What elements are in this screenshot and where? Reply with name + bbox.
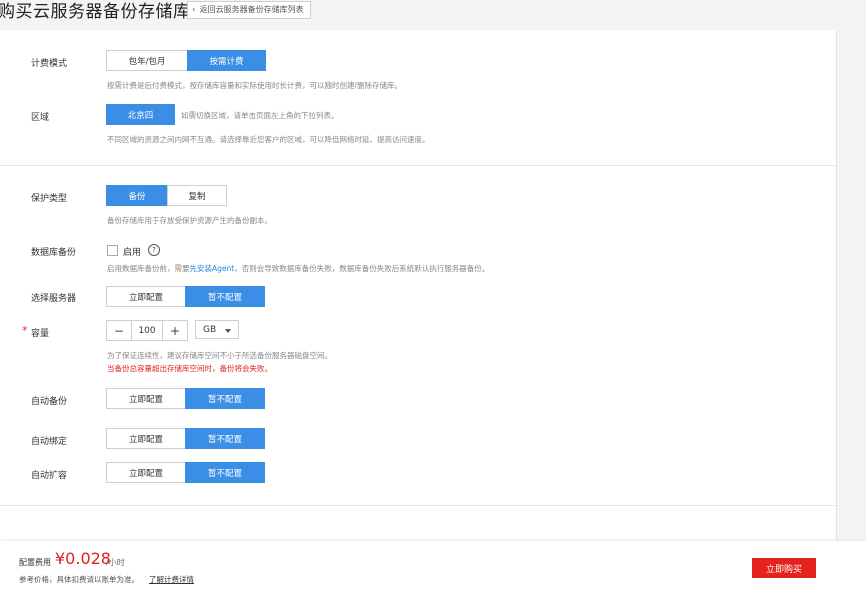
auto-bind-configure-later[interactable]: 暂不配置 — [185, 428, 265, 449]
region-label: 区域 — [31, 113, 50, 123]
database-backup-enable-label[interactable]: 启用 — [123, 245, 141, 258]
auto-bind-configure-now[interactable]: 立即配置 — [106, 428, 186, 449]
auto-backup-label: 自动备份 — [31, 397, 68, 407]
config-panel: 计费模式 包年/包月 按需计费 按需计费是后付费模式，按存储库容量和实际使用时长… — [0, 30, 837, 550]
fee-price: ¥0.028 — [55, 549, 111, 568]
fee-detail-link[interactable]: 了解计费详情 — [149, 574, 194, 585]
auto-bind-selector: 立即配置 暂不配置 — [106, 428, 265, 449]
section-divider — [0, 505, 836, 506]
protection-option-replication[interactable]: 复制 — [167, 185, 227, 206]
select-server-label: 选择服务器 — [31, 294, 77, 304]
auto-backup-selector: 立即配置 暂不配置 — [106, 388, 265, 409]
section-divider — [0, 165, 836, 166]
select-server-configure-later[interactable]: 暂不配置 — [185, 286, 265, 307]
required-mark: * — [22, 324, 28, 337]
purchase-footer: 配置费用 ¥0.028 /小时 参考价格，具体扣费请以账单为准。 了解计费详情 … — [0, 541, 866, 591]
install-agent-link[interactable]: 先安装Agent — [190, 264, 235, 273]
capacity-value-input[interactable]: 100 — [132, 320, 162, 341]
region-option-beijing4[interactable]: 北京四 — [106, 104, 175, 125]
help-icon[interactable]: ? — [148, 244, 160, 256]
capacity-hint: 为了保证连续性，建议存储库空间不小于所选备份服务器磁盘空间。 — [107, 351, 332, 360]
capacity-unit-select[interactable]: GB — [195, 320, 239, 339]
select-server-configure-now[interactable]: 立即配置 — [106, 286, 186, 307]
auto-expand-label: 自动扩容 — [31, 471, 68, 481]
fee-unit: /小时 — [106, 558, 125, 567]
database-backup-hint: 启用数据库备份前，需要先安装Agent，否则会导致数据库备份失败，数据库备份失败… — [107, 263, 489, 274]
auto-expand-selector: 立即配置 暂不配置 — [106, 462, 265, 483]
billing-mode-hint: 按需计费是后付费模式，按存储库容量和实际使用时长计费，可以随时创建/删除存储库。 — [107, 81, 403, 90]
region-selector: 北京四 — [106, 104, 175, 125]
billing-mode-label: 计费模式 — [31, 59, 68, 69]
auto-expand-configure-now[interactable]: 立即配置 — [106, 462, 186, 483]
database-backup-checkbox[interactable] — [107, 245, 118, 256]
capacity-warning: 当备份总容量超出存储库空间时，备份将会失败。 — [107, 364, 272, 373]
select-server-selector: 立即配置 暂不配置 — [106, 286, 265, 307]
billing-mode-selector: 包年/包月 按需计费 — [106, 50, 266, 71]
capacity-label: 容量 — [31, 329, 50, 339]
billing-option-on-demand[interactable]: 按需计费 — [187, 50, 266, 71]
auto-bind-label: 自动绑定 — [31, 437, 68, 447]
protection-type-hint: 备份存储库用于存放受保护资源产生的备份副本。 — [107, 216, 272, 225]
page-title: 购买云服务器备份存储库 — [0, 2, 191, 22]
back-to-list-button[interactable]: ‹ 返回云服务器备份存储库列表 — [187, 1, 311, 19]
database-backup-hint-prefix: 启用数据库备份前，需要 — [107, 264, 190, 273]
protection-type-selector: 备份 复制 — [106, 185, 227, 206]
auto-backup-configure-now[interactable]: 立即配置 — [106, 388, 186, 409]
chevron-left-icon: ‹ — [192, 5, 196, 15]
back-button-label: 返回云服务器备份存储库列表 — [199, 5, 304, 14]
database-backup-hint-suffix: ，否则会导致数据库备份失败，数据库备份失败后系统默认执行服务器备份。 — [234, 264, 490, 273]
fee-label: 配置费用 — [19, 558, 51, 567]
auto-expand-configure-later[interactable]: 暂不配置 — [185, 462, 265, 483]
caret-down-icon — [225, 329, 231, 333]
capacity-decrease-button[interactable]: − — [106, 320, 132, 341]
database-backup-label: 数据库备份 — [31, 248, 77, 258]
protection-option-backup[interactable]: 备份 — [106, 185, 168, 206]
auto-backup-configure-later[interactable]: 暂不配置 — [185, 388, 265, 409]
billing-option-yearly-monthly[interactable]: 包年/包月 — [106, 50, 188, 71]
protection-type-label: 保护类型 — [31, 194, 68, 204]
capacity-stepper: − 100 + — [106, 320, 188, 341]
capacity-increase-button[interactable]: + — [162, 320, 188, 341]
buy-now-button[interactable]: 立即购买 — [752, 558, 816, 578]
region-inline-hint: 如需切换区域，请单击页面左上角的下拉列表。 — [181, 111, 339, 120]
region-hint: 不同区域的资源之间内网不互通。请选择靠近您客户的区域，可以降低网络时延、提高访问… — [107, 135, 430, 144]
capacity-unit-value: GB — [203, 324, 217, 335]
fee-note: 参考价格，具体扣费请以账单为准。 — [19, 575, 139, 584]
